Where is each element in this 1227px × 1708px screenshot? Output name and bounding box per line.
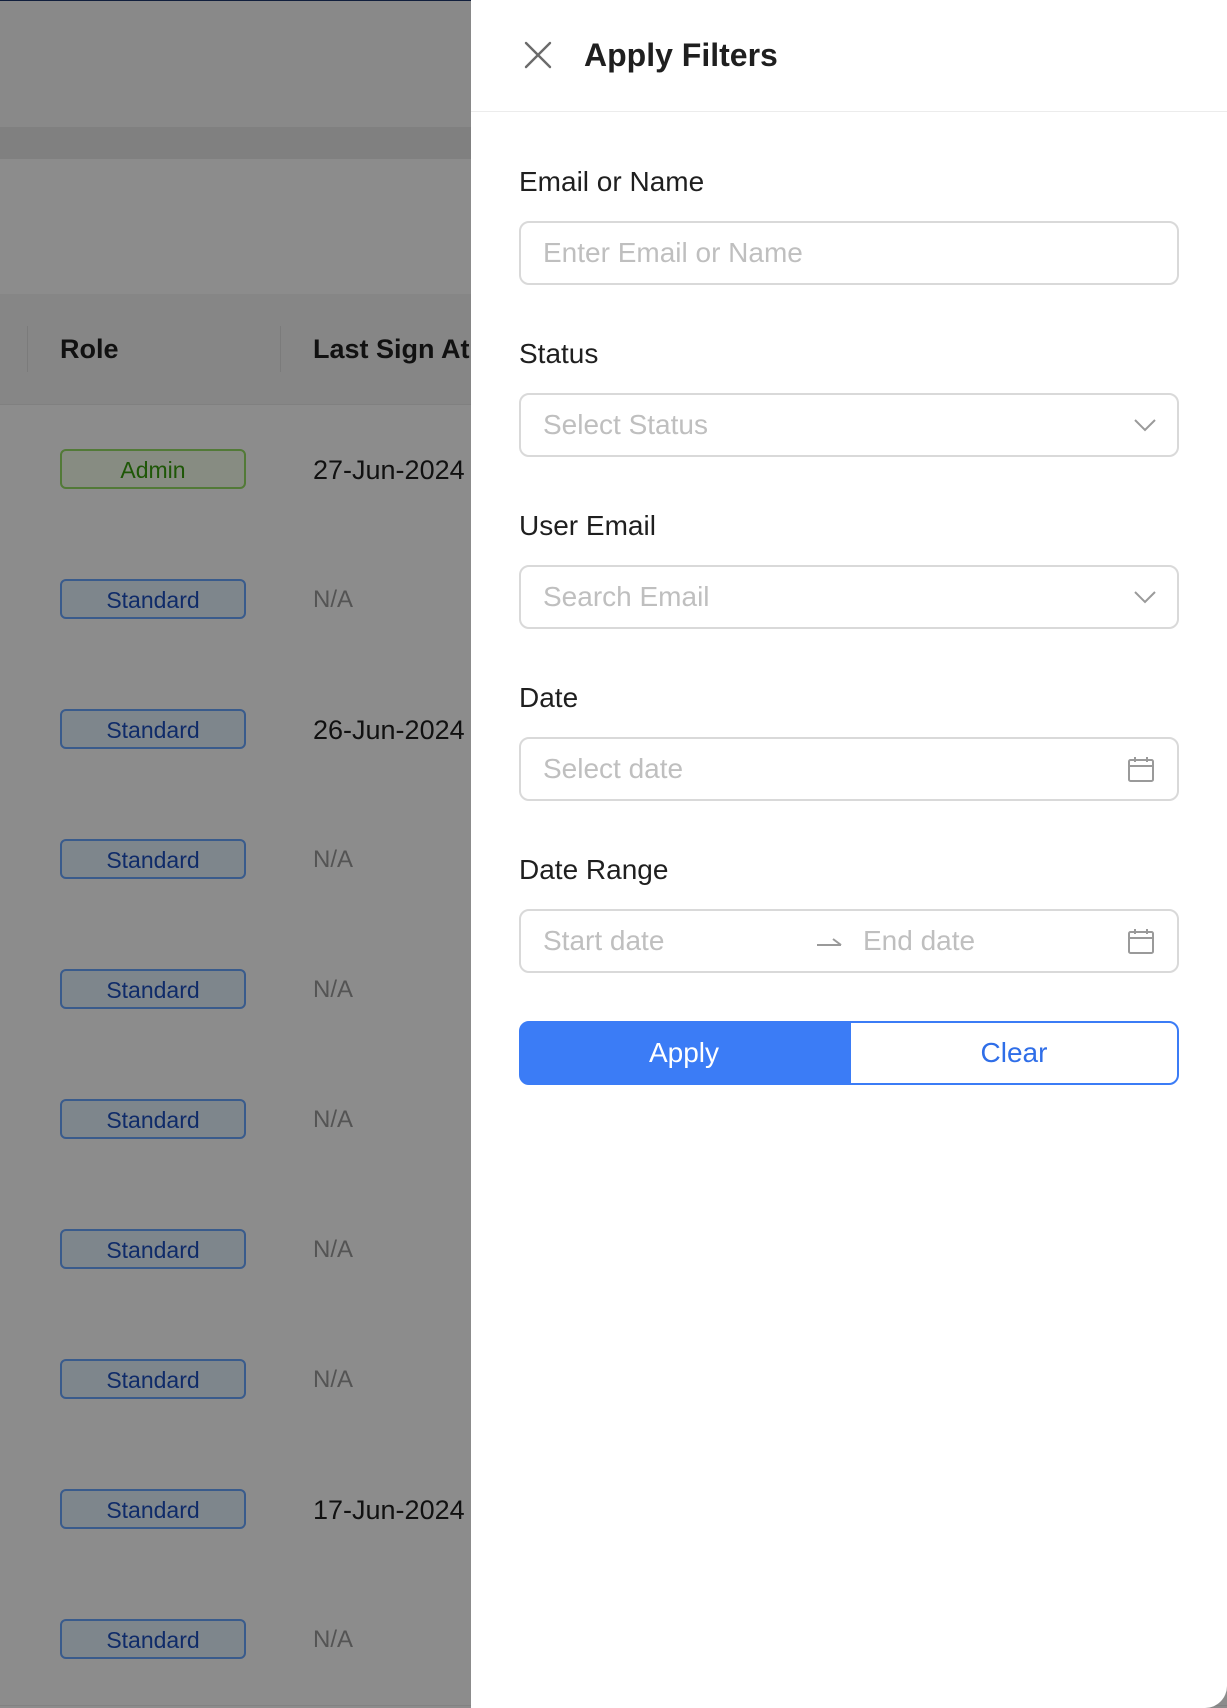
arrow-right-icon xyxy=(815,929,843,957)
filter-drawer: Apply Filters Email or Name Status Selec… xyxy=(471,0,1227,1708)
calendar-icon xyxy=(1127,927,1155,955)
clear-button[interactable]: Clear xyxy=(849,1021,1179,1085)
status-select[interactable]: Select Status xyxy=(519,393,1179,457)
end-date-input[interactable]: End date xyxy=(863,911,975,971)
date-placeholder: Select date xyxy=(543,753,684,784)
start-date-input[interactable]: Start date xyxy=(543,911,664,971)
user-email-select[interactable]: Search Email xyxy=(519,565,1179,629)
email-or-name-input[interactable] xyxy=(543,223,1103,283)
chevron-down-icon xyxy=(1131,583,1159,611)
status-label: Status xyxy=(519,338,599,369)
drawer-title: Apply Filters xyxy=(584,37,778,73)
date-label: Date xyxy=(519,682,579,713)
date-picker[interactable]: Select date xyxy=(519,737,1179,801)
apply-button[interactable]: Apply xyxy=(519,1021,849,1085)
drawer-header: Apply Filters xyxy=(471,0,1227,112)
user-email-label: User Email xyxy=(519,510,656,541)
date-range-picker[interactable]: Start date End date xyxy=(519,909,1179,973)
date-range-label: Date Range xyxy=(519,854,669,885)
status-placeholder: Select Status xyxy=(543,409,708,440)
email-or-name-label: Email or Name xyxy=(519,166,705,197)
close-icon[interactable] xyxy=(524,41,552,69)
chevron-down-icon xyxy=(1131,411,1159,439)
user-email-placeholder: Search Email xyxy=(543,581,710,612)
calendar-icon xyxy=(1127,755,1155,783)
filter-actions: Apply Clear xyxy=(519,1021,1179,1085)
email-or-name-field[interactable] xyxy=(519,221,1179,285)
